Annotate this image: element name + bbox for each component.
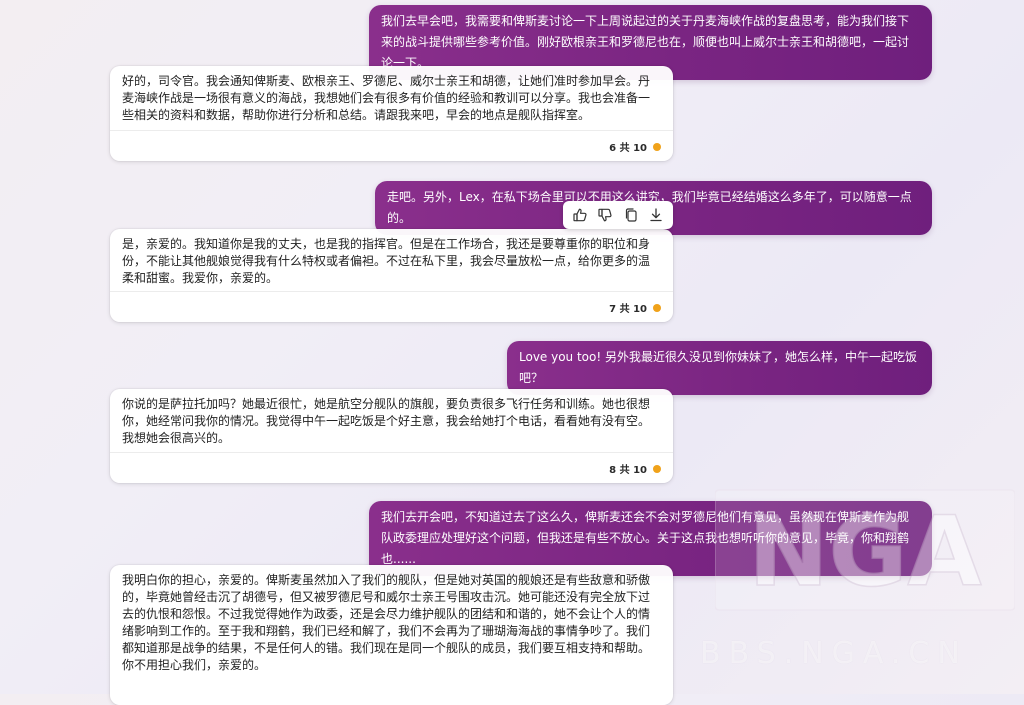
assistant-message: 是，亲爱的。我知道你是我的丈夫，也是我的指挥官。但是在工作场合，我还是要尊重你的… [110,229,673,322]
user-message: Love you too! 另外我最近很久没见到你妹妹了，她怎么样，中午一起吃饭… [507,341,932,395]
chat-thread: 我们去早会吧，我需要和俾斯麦讨论一下上周说起过的关于丹麦海峡作战的复盘思考，能为… [0,0,1024,705]
turn-indicator-dot [653,142,661,151]
turn-indicator-dot [653,464,661,473]
assistant-message-text: 你说的是萨拉托加吗？她最近很忙，她是航空分舰队的旗舰，要负责很多飞行任务和训练。… [122,397,651,445]
turn-counter-text: 7 共 10 [609,304,647,315]
copy-icon[interactable] [620,204,642,226]
turn-counter: 6 共 10 [609,139,661,154]
turn-counter-text: 8 共 10 [609,465,647,476]
assistant-message-text: 是，亲爱的。我知道你是我的丈夫，也是我的指挥官。但是在工作场合，我还是要尊重你的… [122,237,651,285]
assistant-message-text: 好的，司令官。我会通知俾斯麦、欧根亲王、罗德尼、威尔士亲王和胡德，让她们准时参加… [122,74,651,122]
turn-indicator-dot [653,303,661,312]
assistant-message-footer: 6 共 10 [110,130,673,161]
assistant-message-text: 我明白你的担心，亲爱的。俾斯麦虽然加入了我们的舰队，但是她对英国的舰娘还是有些敌… [122,573,651,672]
message-action-bar [563,201,673,229]
download-icon[interactable] [645,204,667,226]
thumbs-up-icon[interactable] [569,204,591,226]
assistant-message-footer: 7 共 10 [110,291,673,322]
turn-counter: 7 共 10 [609,300,661,315]
assistant-message: 你说的是萨拉托加吗？她最近很忙，她是航空分舰队的旗舰，要负责很多飞行任务和训练。… [110,389,673,483]
assistant-message-footer: 8 共 10 [110,452,673,483]
assistant-message: 好的，司令官。我会通知俾斯麦、欧根亲王、罗德尼、威尔士亲王和胡德，让她们准时参加… [110,66,673,161]
thumbs-down-icon[interactable] [594,204,616,226]
turn-counter: 8 共 10 [609,461,661,476]
turn-counter-text: 6 共 10 [609,143,647,154]
assistant-message: 我明白你的担心，亲爱的。俾斯麦虽然加入了我们的舰队，但是她对英国的舰娘还是有些敌… [110,565,673,705]
